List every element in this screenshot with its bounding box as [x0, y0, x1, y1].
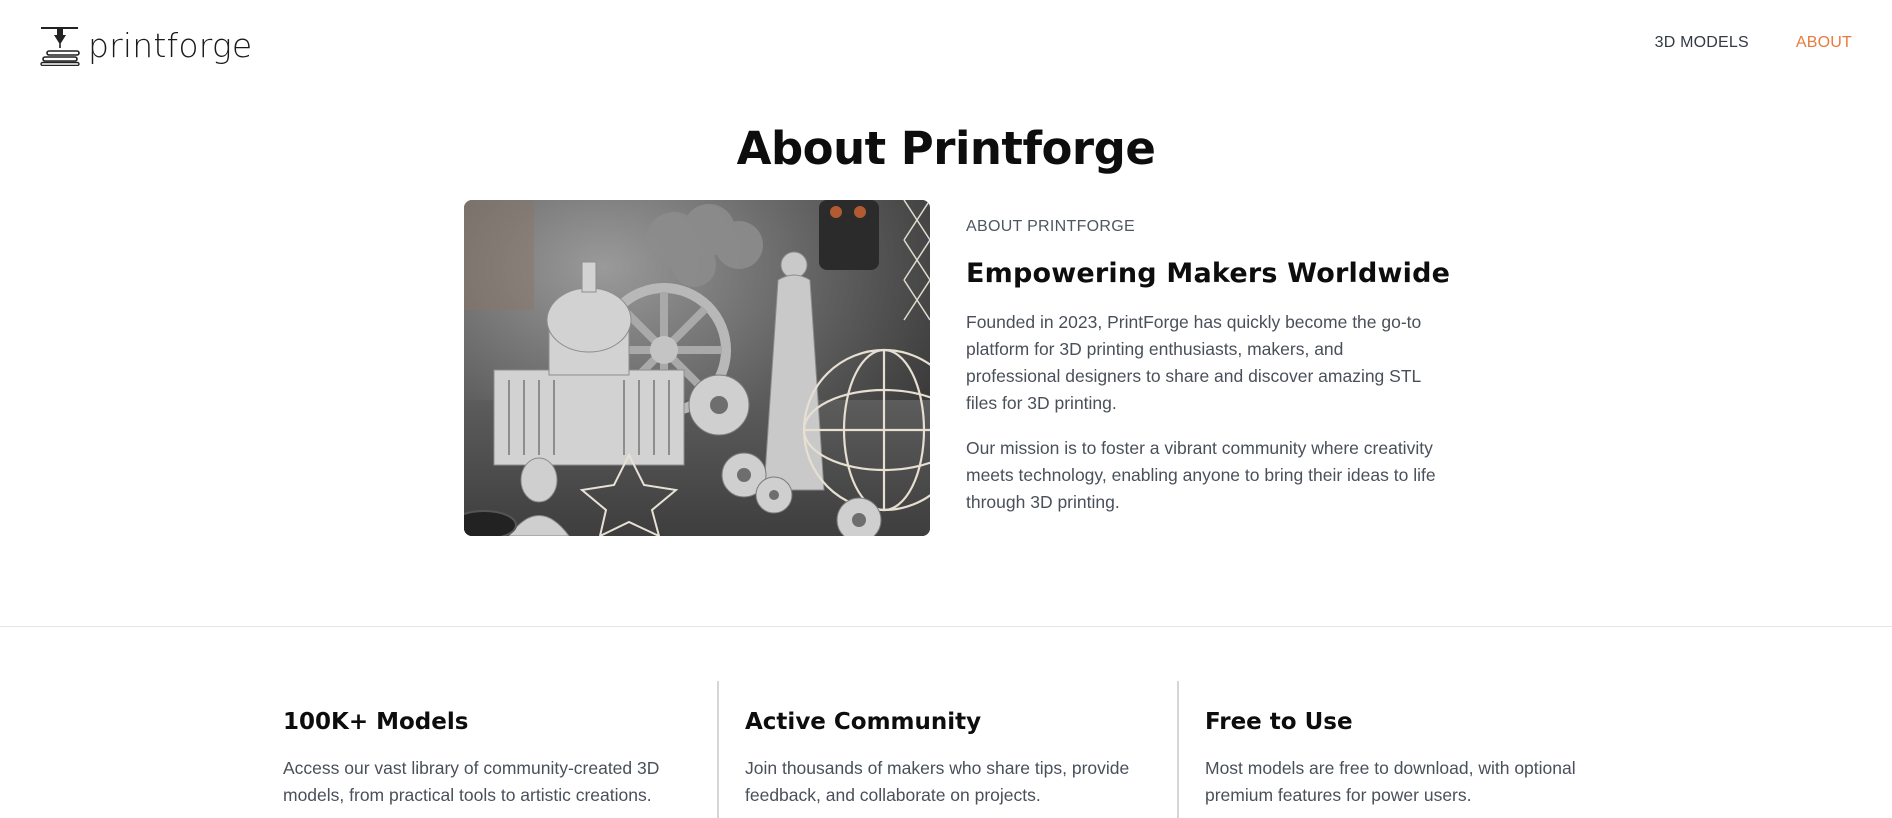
feature-card-free: Free to Use Most models are free to down… — [1205, 681, 1625, 809]
feature-description: Join thousands of makers who share tips,… — [745, 758, 1130, 805]
brand-name: printforge — [88, 26, 253, 65]
nav-item-about[interactable]: ABOUT — [1796, 34, 1852, 52]
feature-title: Free to Use — [1205, 709, 1353, 735]
feature-card-models: 100K+ Models Access our vast library of … — [283, 681, 703, 809]
section-divider — [0, 626, 1892, 627]
feature-description: Most models are free to download, with o… — [1205, 758, 1576, 805]
printer-nozzle-icon — [40, 26, 80, 66]
feature-separator — [717, 681, 719, 818]
feature-description: Access our vast library of community-cre… — [283, 758, 660, 805]
page-title: About Printforge — [736, 122, 1156, 175]
logo-link[interactable]: printforge — [40, 24, 252, 68]
main-nav: 3D MODELS ABOUT — [1655, 34, 1852, 52]
features-section: 100K+ Models Access our vast library of … — [283, 681, 1623, 818]
feature-title: 100K+ Models — [283, 709, 469, 735]
about-paragraph-mission: Our mission is to foster a vibrant commu… — [966, 438, 1436, 512]
about-heading: Empowering Makers Worldwide — [966, 258, 1451, 289]
feature-card-community: Active Community Join thousands of maker… — [745, 681, 1165, 809]
about-paragraph-founded: Founded in 2023, PrintForge has quickly … — [966, 312, 1422, 413]
feature-separator — [1177, 681, 1179, 818]
site-header: printforge 3D MODELS ABOUT — [0, 0, 1892, 90]
section-eyebrow: ABOUT PRINTFORGE — [966, 218, 1135, 235]
feature-title: Active Community — [745, 709, 982, 735]
nav-item-3d-models[interactable]: 3D MODELS — [1655, 34, 1749, 52]
3d-printed-models-photo — [464, 200, 930, 536]
about-section: ABOUT PRINTFORGE Empowering Makers World… — [966, 218, 1451, 534]
